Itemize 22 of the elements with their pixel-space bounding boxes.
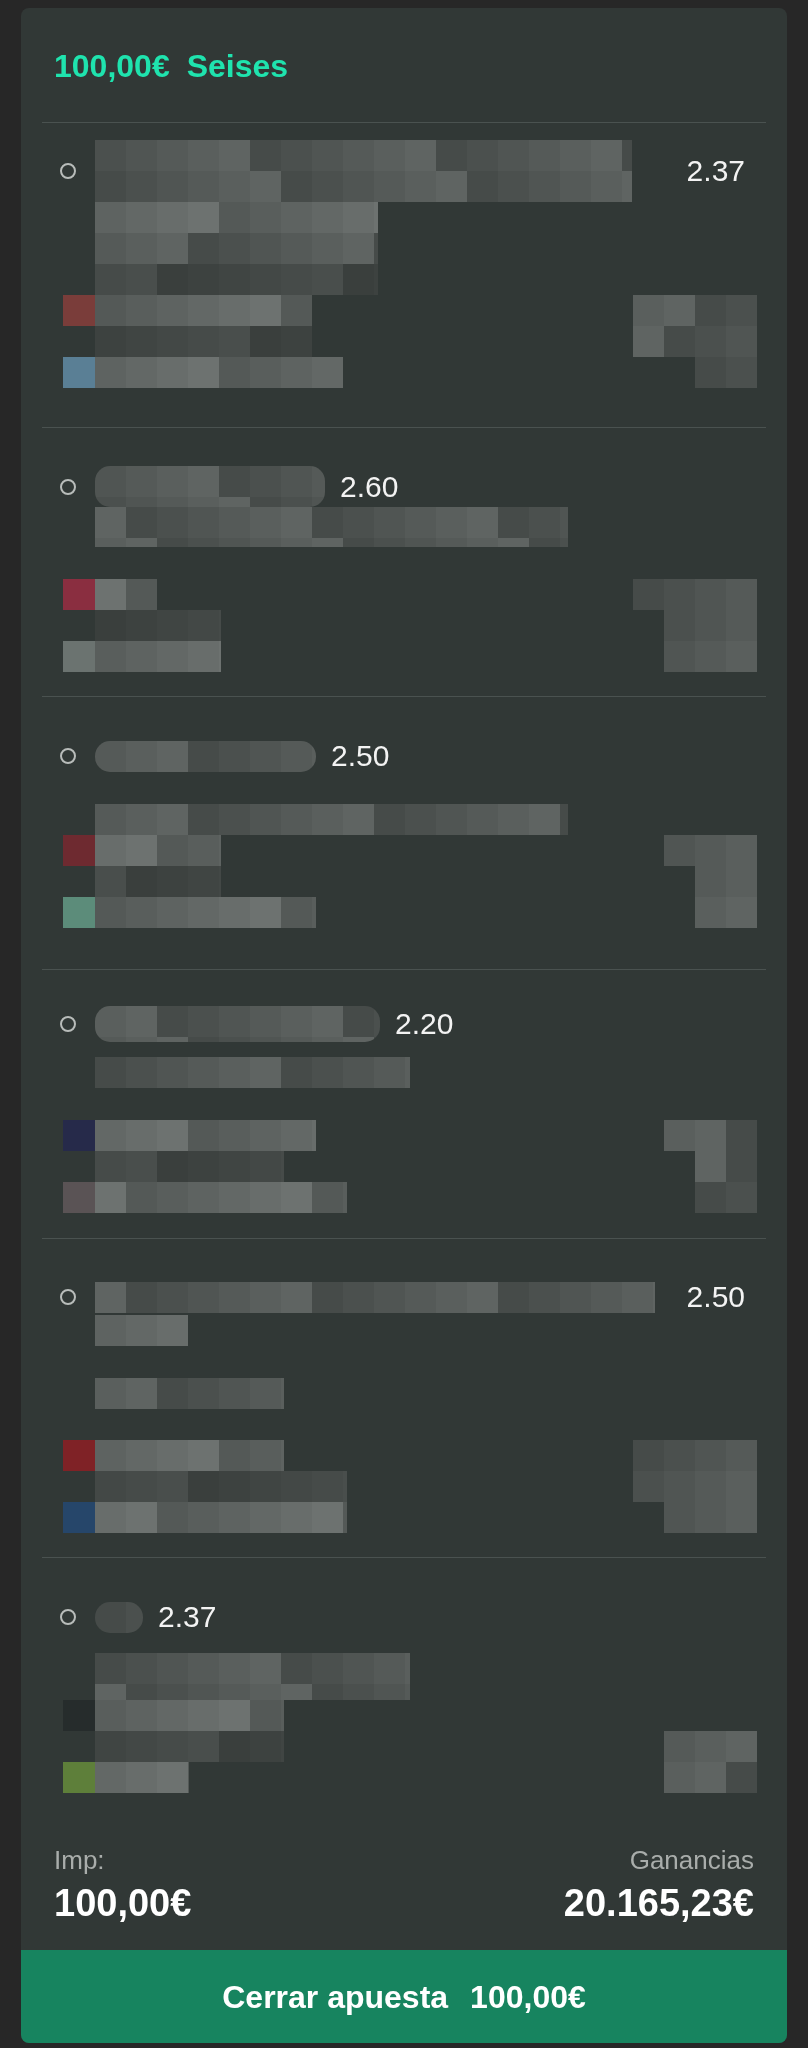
stake-amount: 100,00€ — [54, 47, 170, 86]
odds-value: 2.37 — [686, 153, 745, 189]
ring-icon — [60, 1609, 76, 1625]
ring-icon — [60, 163, 76, 179]
ring-icon — [60, 478, 76, 495]
odds-value: 2.50 — [331, 738, 390, 774]
redacted-text — [95, 1601, 143, 1633]
odds-value: 2.60 — [340, 468, 399, 505]
ring-icon — [60, 748, 76, 764]
stake-label: Imp: — [54, 1845, 105, 1875]
odds-value: 2.37 — [158, 1599, 217, 1635]
bet-type-label: Seises — [186, 47, 289, 86]
winnings-label: Ganancias — [629, 1845, 754, 1875]
ring-icon — [60, 1016, 76, 1032]
odds-value: 2.50 — [686, 1279, 745, 1315]
ring-icon — [60, 1289, 76, 1305]
odds-value: 2.20 — [395, 1006, 454, 1042]
cash-out-button[interactable]: Cerrar apuesta 100,00€ — [21, 1950, 787, 2043]
redacted-text — [695, 1182, 757, 1213]
redacted-text — [695, 897, 757, 928]
stake-total: 100,00€ — [54, 1881, 192, 1925]
winnings-amount: 20.165,23€ — [563, 1881, 754, 1925]
